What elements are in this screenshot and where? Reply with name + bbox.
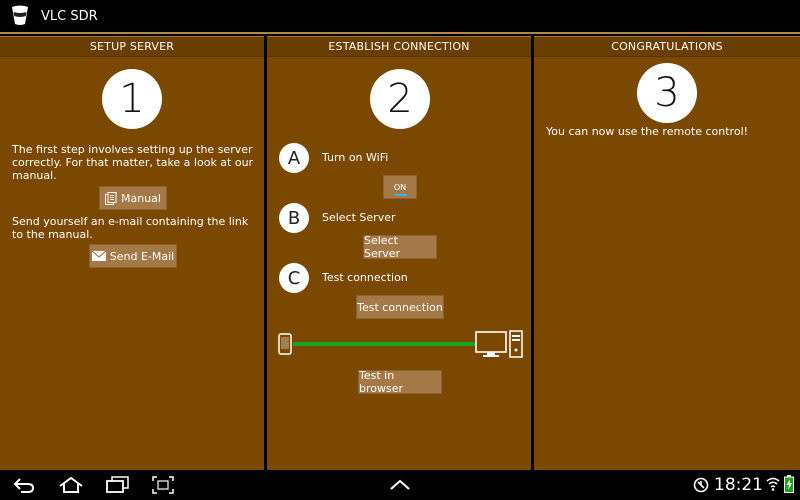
toggle-indicator bbox=[395, 194, 407, 196]
action-bar: VLC SDR bbox=[0, 0, 800, 34]
screenshot-icon[interactable] bbox=[152, 476, 174, 494]
wifi-toggle[interactable]: ON bbox=[383, 175, 417, 199]
step-three-badge: 3 bbox=[637, 63, 697, 123]
envelope-icon bbox=[91, 251, 106, 261]
substep-b-label: Select Server bbox=[322, 211, 396, 224]
establish-connection-header: ESTABLISH CONNECTION bbox=[267, 37, 531, 57]
substep-c-label: Test connection bbox=[322, 271, 408, 284]
establish-connection-panel: ESTABLISH CONNECTION 2 A Turn on WiFi ON… bbox=[267, 36, 531, 470]
select-server-button[interactable]: Select Server bbox=[363, 234, 437, 260]
substep-a-label: Turn on WiFi bbox=[322, 151, 389, 164]
substep-c-badge: C bbox=[279, 263, 309, 293]
connection-line bbox=[293, 342, 475, 346]
setup-server-header: SETUP SERVER bbox=[0, 37, 264, 57]
chevron-up-icon[interactable] bbox=[389, 479, 411, 491]
wifi-signal-icon bbox=[766, 477, 780, 491]
manual-button[interactable]: Manual bbox=[99, 186, 167, 210]
traffic-cone-icon[interactable] bbox=[9, 4, 31, 28]
step-one-badge: 1 bbox=[102, 69, 162, 129]
status-clock: 18:21 bbox=[714, 475, 763, 495]
manual-button-label: Manual bbox=[121, 191, 161, 205]
test-in-browser-button[interactable]: Test in browser bbox=[358, 369, 442, 395]
setup-panels: SETUP SERVER 1 The first step involves s… bbox=[0, 36, 800, 470]
substep-a-badge: A bbox=[279, 143, 309, 173]
step-two-badge: 2 bbox=[370, 69, 430, 129]
recent-apps-icon[interactable] bbox=[105, 476, 129, 494]
computer-icon bbox=[475, 330, 523, 358]
document-icon bbox=[105, 191, 117, 205]
app-title: VLC SDR bbox=[41, 8, 98, 24]
congratulations-header: CONGRATULATIONS bbox=[534, 37, 800, 57]
back-icon[interactable] bbox=[12, 476, 36, 494]
send-email-button[interactable]: Send E-Mail bbox=[89, 244, 177, 268]
test-connection-button[interactable]: Test connection bbox=[356, 295, 444, 319]
remote-ready-text: You can now use the remote control! bbox=[546, 125, 749, 138]
email-intro-text: Send yourself an e-mail containing the l… bbox=[12, 215, 249, 241]
congratulations-panel: CONGRATULATIONS 3 You can now use the re… bbox=[534, 36, 800, 470]
substep-b-badge: B bbox=[279, 203, 309, 233]
home-icon[interactable] bbox=[58, 476, 84, 494]
system-nav-bar: 18:21 bbox=[0, 470, 800, 500]
do-not-disturb-icon bbox=[693, 477, 709, 493]
setup-intro-text: The first step involves setting up the s… bbox=[12, 143, 254, 182]
wifi-toggle-label: ON bbox=[393, 182, 407, 192]
setup-server-panel: SETUP SERVER 1 The first step involves s… bbox=[0, 36, 264, 470]
phone-icon bbox=[278, 333, 292, 355]
battery-charging-icon bbox=[784, 475, 794, 493]
send-email-button-label: Send E-Mail bbox=[109, 249, 175, 263]
